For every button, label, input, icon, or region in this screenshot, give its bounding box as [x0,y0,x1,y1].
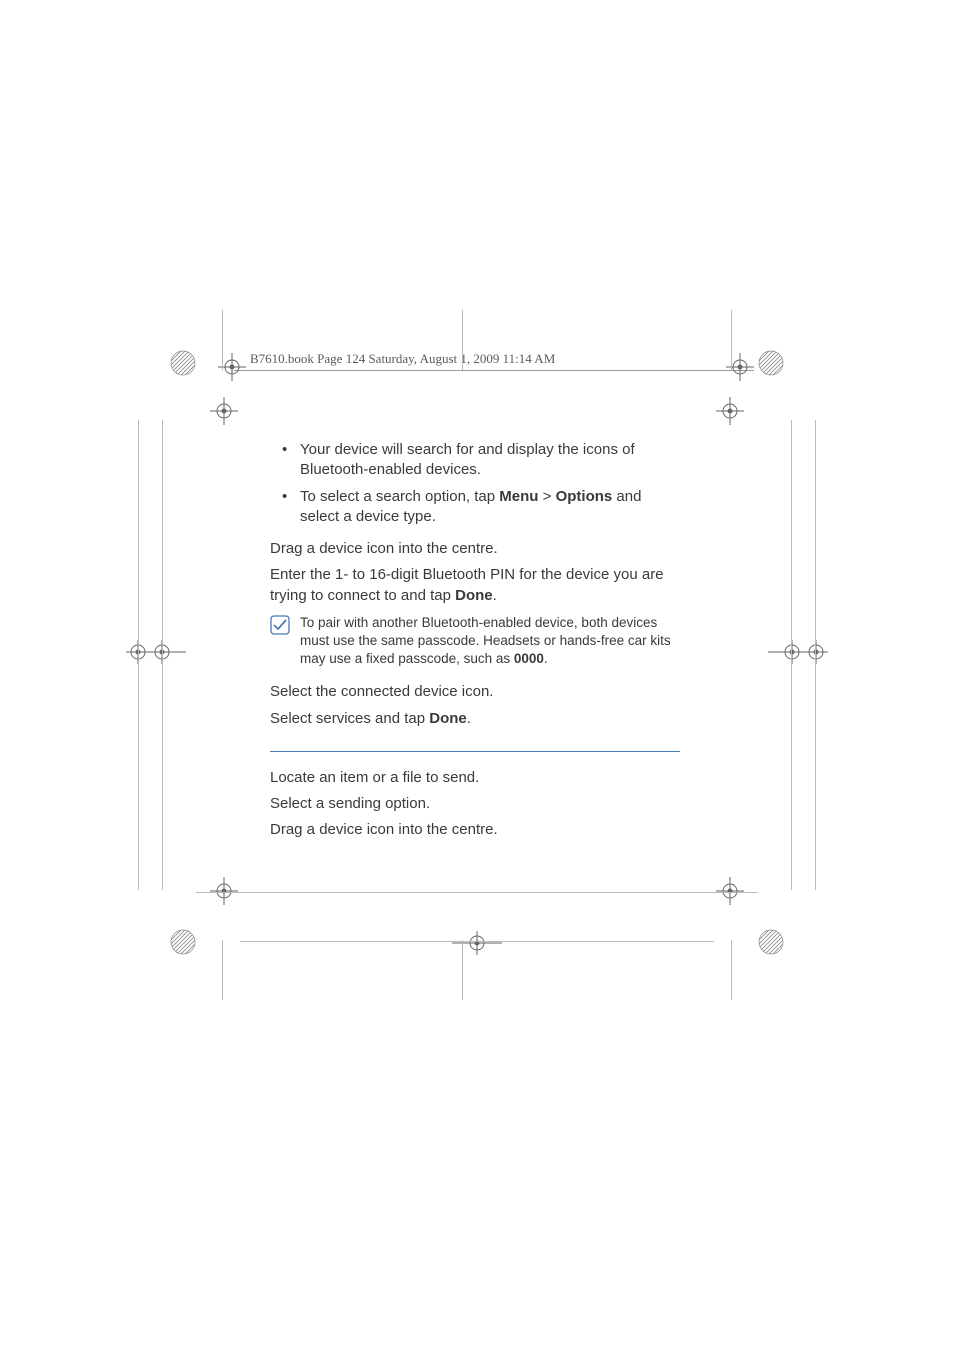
registration-mark-icon [716,397,744,425]
page-content: Your device will search for and display … [270,440,680,847]
crop-line [162,420,163,890]
paragraph: Select the connected device icon. [270,682,680,702]
list-item: To select a search option, tap Menu > Op… [288,487,680,528]
registration-mark-icon [210,877,238,905]
crosshatch-icon [170,929,196,955]
paragraph: Drag a device icon into the centre. [270,820,680,840]
registration-mark-icon [716,877,744,905]
registration-mark-icon [768,640,828,664]
paragraph: Select services and tap Done. [270,709,680,729]
crop-line [240,941,714,942]
crop-line [462,940,463,1000]
crosshatch-icon [758,929,784,955]
paragraph: Locate an item or a file to send. [270,768,680,788]
paragraph: Select a sending option. [270,794,680,814]
note-callout: To pair with another Bluetooth-enabled d… [270,614,680,669]
section-divider [270,751,680,752]
paragraph: Enter the 1- to 16-digit Bluetooth PIN f… [270,565,680,606]
paragraph: Drag a device icon into the centre. [270,539,680,559]
list-item: Your device will search for and display … [288,440,680,481]
crop-line [731,310,732,370]
crop-line [138,420,139,890]
crop-line [815,420,816,890]
crop-line [196,892,758,893]
bullet-list: Your device will search for and display … [270,440,680,527]
crosshatch-icon [170,350,196,376]
crop-line [731,940,732,1000]
crop-line [791,420,792,890]
registration-mark-icon [126,640,186,664]
registration-mark-icon [452,931,502,955]
registration-mark-icon [210,397,238,425]
crop-line [222,940,223,1000]
crosshatch-icon [758,350,784,376]
note-icon [270,615,290,635]
page-header: B7610.book Page 124 Saturday, August 1, … [234,360,754,371]
crop-line [222,310,223,370]
note-text: To pair with another Bluetooth-enabled d… [300,614,680,669]
header-text: B7610.book Page 124 Saturday, August 1, … [246,351,559,367]
crop-line [462,310,463,370]
